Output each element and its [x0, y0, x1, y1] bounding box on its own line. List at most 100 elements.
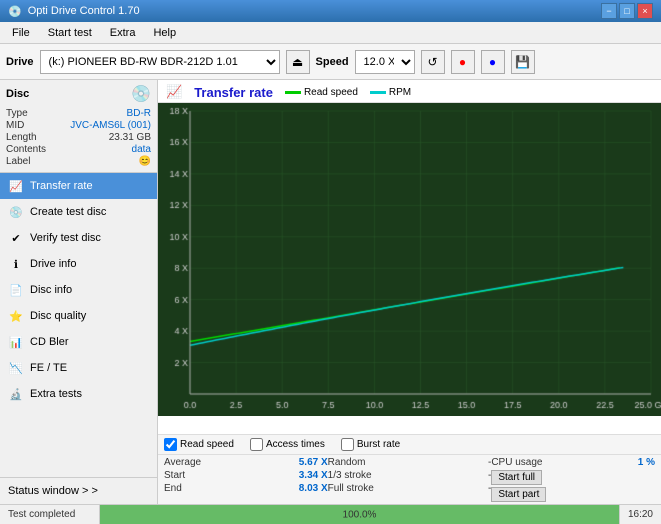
start-full-button[interactable]: Start full: [491, 470, 542, 485]
minimize-button[interactable]: −: [601, 3, 617, 19]
read-speed-checkbox-text: Read speed: [180, 439, 234, 450]
chart-icon: 📈: [166, 84, 182, 100]
nav-fe-te-label: FE / TE: [30, 362, 67, 374]
disc-mid-row: MID JVC-AMS6L (001): [6, 120, 151, 131]
stat-cpu: CPU usage 1 %: [491, 457, 655, 468]
start-label: Start: [164, 470, 185, 481]
close-button[interactable]: ×: [637, 3, 653, 19]
create-test-disc-icon: 💿: [8, 204, 24, 220]
drive-info-icon: ℹ: [8, 256, 24, 272]
disc-title: Disc: [6, 88, 29, 100]
nav-create-test-disc-label: Create test disc: [30, 206, 106, 218]
average-label: Average: [164, 457, 201, 468]
titlebar: 💿 Opti Drive Control 1.70 − □ ×: [0, 0, 661, 22]
red-icon-button[interactable]: ●: [451, 50, 475, 74]
access-times-checkbox[interactable]: [250, 438, 263, 451]
speed-label: Speed: [316, 56, 349, 68]
length-value: 23.31 GB: [109, 132, 151, 143]
read-speed-checkbox-label[interactable]: Read speed: [164, 438, 234, 451]
content-area: 📈 Transfer rate Read speed RPM Read spee…: [158, 80, 661, 504]
nav-fe-te[interactable]: 📉 FE / TE: [0, 355, 157, 381]
nav-cd-bler[interactable]: 📊 CD Bler: [0, 329, 157, 355]
burst-rate-checkbox[interactable]: [341, 438, 354, 451]
drive-select[interactable]: (k:) PIONEER BD-RW BDR-212D 1.01: [40, 50, 280, 74]
access-times-checkbox-label[interactable]: Access times: [250, 438, 325, 451]
disc-quality-icon: ⭐: [8, 308, 24, 324]
cpu-value: 1 %: [638, 457, 655, 468]
menu-help[interactable]: Help: [145, 25, 184, 41]
eject-button[interactable]: ⏏: [286, 50, 310, 74]
disc-length-row: Length 23.31 GB: [6, 132, 151, 143]
chart-container: [158, 103, 661, 434]
menu-file[interactable]: File: [4, 25, 38, 41]
stat-random: Random -: [328, 457, 492, 468]
titlebar-left: 💿 Opti Drive Control 1.70: [8, 5, 140, 18]
main-area: Disc 💿 Type BD-R MID JVC-AMS6L (001) Len…: [0, 80, 661, 504]
mid-label: MID: [6, 120, 24, 131]
nav-verify-test-disc[interactable]: ✔ Verify test disc: [0, 225, 157, 251]
nav-extra-tests[interactable]: 🔬 Extra tests: [0, 381, 157, 407]
stat-full-stroke: Full stroke -: [328, 483, 492, 494]
app-title: Opti Drive Control 1.70: [28, 5, 140, 17]
average-value: 5.67 X: [299, 457, 328, 468]
disc-panel: Disc 💿 Type BD-R MID JVC-AMS6L (001) Len…: [0, 80, 157, 173]
legend-rpm-color: [370, 91, 386, 94]
length-label: Length: [6, 132, 37, 143]
type-value: BD-R: [127, 108, 151, 119]
nav-disc-quality[interactable]: ⭐ Disc quality: [0, 303, 157, 329]
menu-extra[interactable]: Extra: [102, 25, 144, 41]
stat-stroke-1-3: 1/3 stroke -: [328, 470, 492, 481]
start-part-button[interactable]: Start part: [491, 487, 546, 502]
progress-text: 100.0%: [343, 509, 377, 520]
status-text: Test completed: [0, 505, 100, 524]
status-window-label: Status window > >: [8, 485, 98, 497]
stat-start: Start 3.34 X: [164, 470, 328, 481]
end-value: 8.03 X: [299, 483, 328, 494]
type-label: Type: [6, 108, 28, 119]
nav-drive-info[interactable]: ℹ Drive info: [0, 251, 157, 277]
blue-icon-button[interactable]: ●: [481, 50, 505, 74]
chart-header: 📈 Transfer rate Read speed RPM: [158, 80, 661, 103]
refresh-button[interactable]: ↺: [421, 50, 445, 74]
speed-select[interactable]: 12.0 X: [355, 50, 415, 74]
extra-tests-icon: 🔬: [8, 386, 24, 402]
legend-rpm: RPM: [370, 87, 411, 98]
statusbar: Test completed 100.0% 16:20: [0, 504, 661, 524]
nav-transfer-rate-label: Transfer rate: [30, 180, 93, 192]
cpu-label: CPU usage: [491, 457, 542, 468]
full-stroke-label: Full stroke: [328, 483, 374, 494]
maximize-button[interactable]: □: [619, 3, 635, 19]
app-icon: 💿: [8, 5, 22, 18]
stat-end: End 8.03 X: [164, 483, 328, 494]
stats-col-3: CPU usage 1 % Start full Start part: [491, 457, 655, 502]
stat-start-part: Start part: [491, 487, 655, 502]
legend-read-speed-label: Read speed: [304, 87, 358, 98]
nav-cd-bler-label: CD Bler: [30, 336, 69, 348]
stat-average: Average 5.67 X: [164, 457, 328, 468]
nav-disc-info-label: Disc info: [30, 284, 72, 296]
progress-bar-container: 100.0%: [100, 505, 619, 524]
toolbar: Drive (k:) PIONEER BD-RW BDR-212D 1.01 ⏏…: [0, 44, 661, 80]
disc-icon: 💿: [131, 84, 151, 104]
sidebar: Disc 💿 Type BD-R MID JVC-AMS6L (001) Len…: [0, 80, 158, 504]
nav-create-test-disc[interactable]: 💿 Create test disc: [0, 199, 157, 225]
drive-label: Drive: [6, 56, 34, 68]
menu-start-test[interactable]: Start test: [40, 25, 100, 41]
cd-bler-icon: 📊: [8, 334, 24, 350]
nav-status-window[interactable]: Status window > >: [0, 478, 157, 504]
save-button[interactable]: 💾: [511, 50, 535, 74]
nav-disc-quality-label: Disc quality: [30, 310, 86, 322]
contents-value: data: [132, 144, 151, 155]
disc-header: Disc 💿: [6, 84, 151, 104]
stat-start-full: Start full: [491, 470, 655, 485]
read-speed-checkbox[interactable]: [164, 438, 177, 451]
time-display: 16:20: [619, 505, 661, 524]
stroke-1-3-label: 1/3 stroke: [328, 470, 372, 481]
nav-extra-tests-label: Extra tests: [30, 388, 82, 400]
stats-col-1: Average 5.67 X Start 3.34 X End 8.03 X: [164, 457, 328, 502]
titlebar-controls: − □ ×: [601, 3, 653, 19]
legend-read-speed: Read speed: [285, 87, 358, 98]
burst-rate-checkbox-label[interactable]: Burst rate: [341, 438, 400, 451]
nav-disc-info[interactable]: 📄 Disc info: [0, 277, 157, 303]
nav-transfer-rate[interactable]: 📈 Transfer rate: [0, 173, 157, 199]
